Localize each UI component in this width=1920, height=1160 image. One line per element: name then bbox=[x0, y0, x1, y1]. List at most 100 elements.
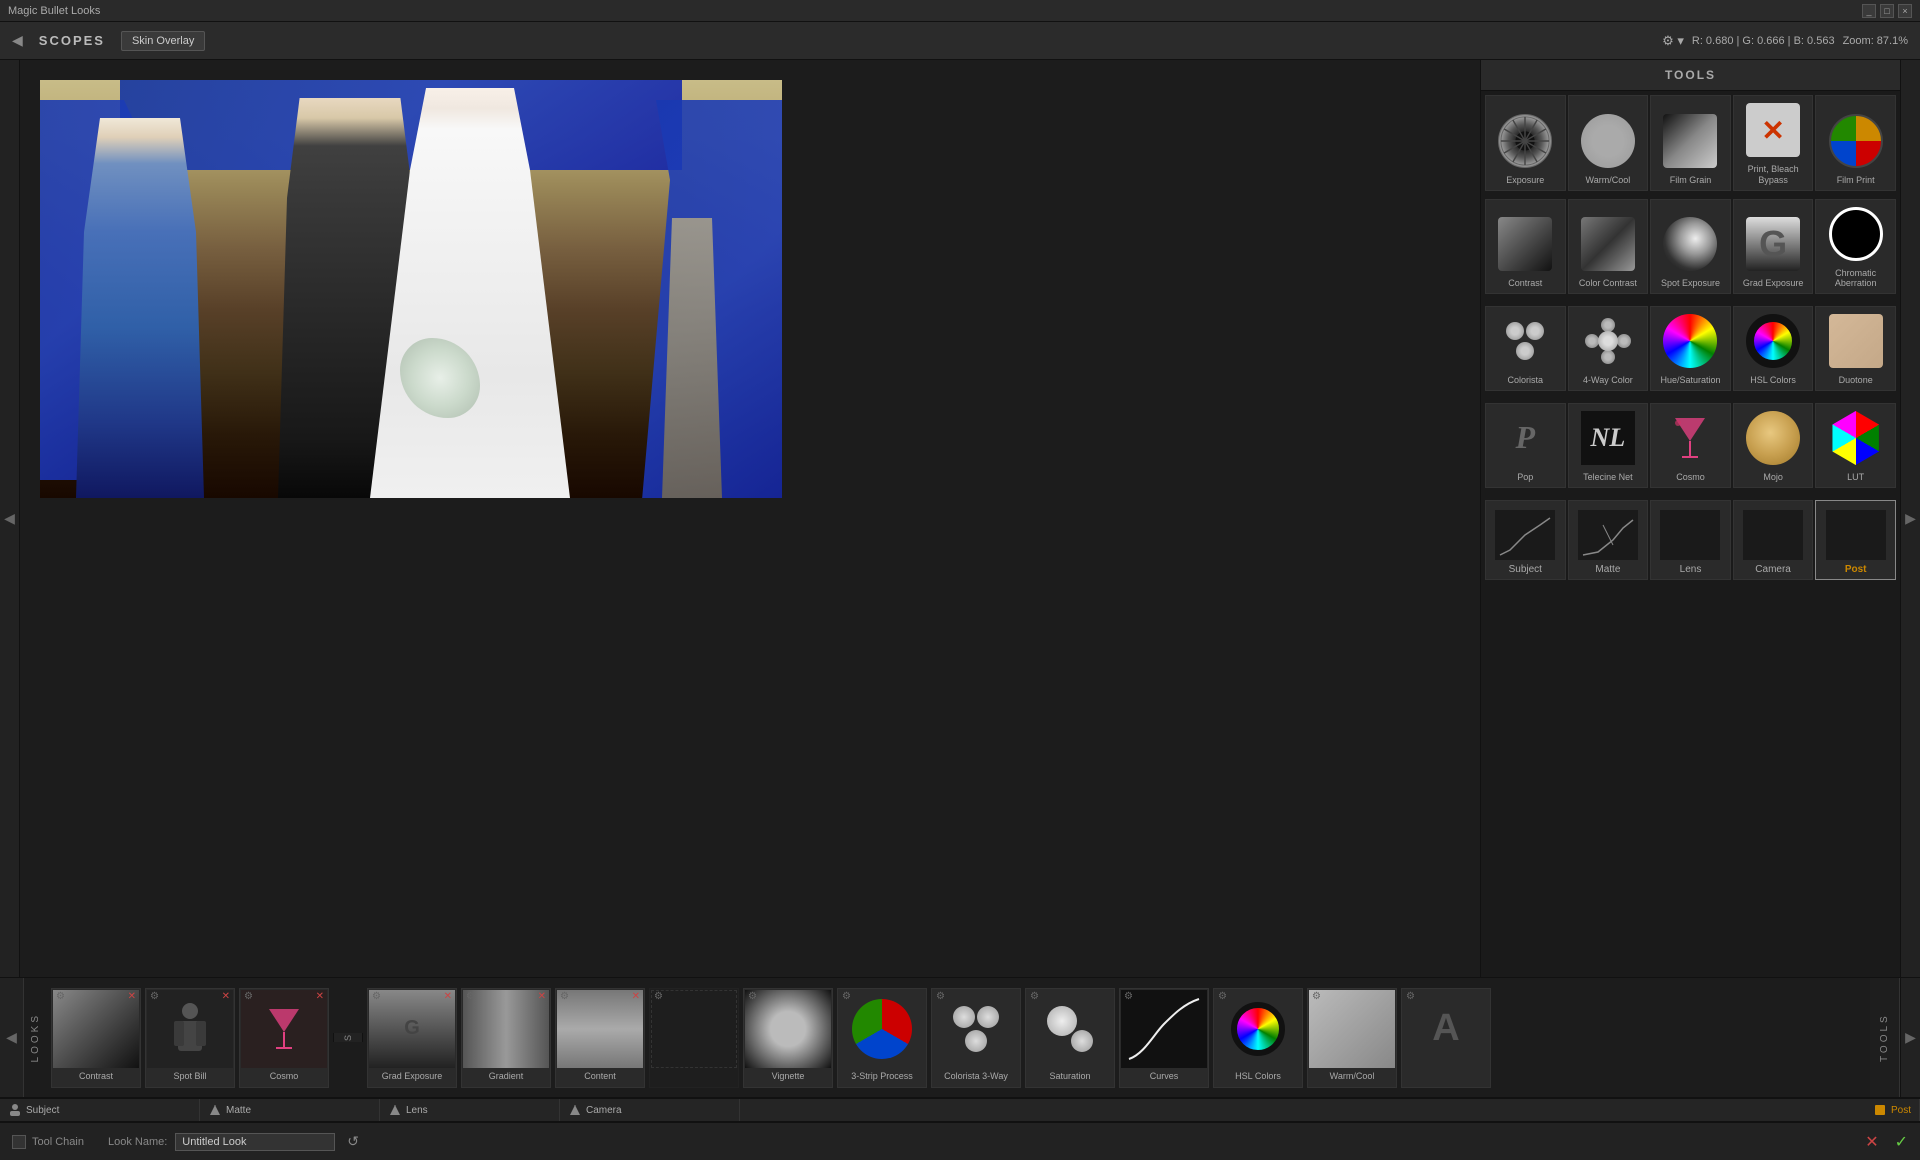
look-close-gradient[interactable]: ✕ bbox=[538, 991, 546, 1002]
reset-button[interactable]: ↺ bbox=[343, 1133, 363, 1150]
colorcontrast-label: Color Contrast bbox=[1579, 278, 1637, 289]
look-item-warmcool[interactable]: ⚙ Warm/Cool bbox=[1307, 988, 1397, 1088]
look-item-spotbill[interactable]: ⚙ ✕ Spot Bill bbox=[145, 988, 235, 1088]
tool-huesaturation[interactable]: Hue/Saturation bbox=[1650, 306, 1731, 391]
tool-filmprint[interactable]: Film Print bbox=[1815, 95, 1896, 191]
tool-4waycolor[interactable]: 4-Way Color bbox=[1568, 306, 1649, 391]
track-post-label: Post bbox=[1891, 1105, 1911, 1116]
maximize-button[interactable]: □ bbox=[1880, 4, 1894, 18]
skin-overlay-button[interactable]: Skin Overlay bbox=[121, 31, 205, 51]
tool-warmcool[interactable]: Warm/Cool bbox=[1568, 95, 1649, 191]
colorista-icon bbox=[1495, 311, 1555, 371]
tools-grid-row1: Exposure Warm/Cool Film Grain bbox=[1481, 91, 1900, 195]
category-lens-label: Lens bbox=[1680, 560, 1702, 575]
look-close-spotbill[interactable]: ✕ bbox=[222, 991, 230, 1002]
look-item-hslcolors[interactable]: ⚙ HSL Colors bbox=[1213, 988, 1303, 1088]
tool-spotexposure[interactable]: Spot Exposure bbox=[1650, 199, 1731, 295]
settings-gear-button[interactable]: ⚙ ▾ bbox=[1662, 33, 1684, 49]
tool-exposure[interactable]: Exposure bbox=[1485, 95, 1566, 191]
look-item-contrast[interactable]: ⚙ ✕ Contrast bbox=[51, 988, 141, 1088]
look-item-vignette[interactable]: ⚙ Vignette bbox=[743, 988, 833, 1088]
look-close-content[interactable]: ✕ bbox=[632, 991, 640, 1002]
tool-colorcontrast[interactable]: Color Contrast bbox=[1568, 199, 1649, 295]
filmgrain-label: Film Grain bbox=[1670, 175, 1712, 186]
right-panel-toggle[interactable]: ▶ bbox=[1900, 60, 1920, 977]
minimize-button[interactable]: _ bbox=[1862, 4, 1876, 18]
tool-filmgrain[interactable]: Film Grain bbox=[1650, 95, 1731, 191]
tool-gradexposure[interactable]: G Grad Exposure bbox=[1733, 199, 1814, 295]
look-item-curves[interactable]: ⚙ Curves bbox=[1119, 988, 1209, 1088]
look-thumb-warmcool bbox=[1308, 989, 1396, 1069]
look-item-gradexp[interactable]: ⚙ ✕ G Grad Exposure bbox=[367, 988, 457, 1088]
look-thumb-hslcolors bbox=[1214, 989, 1302, 1069]
tool-colorista[interactable]: Colorista bbox=[1485, 306, 1566, 391]
look-label-vignette: Vignette bbox=[770, 1069, 807, 1083]
tool-duotone[interactable]: Duotone bbox=[1815, 306, 1896, 391]
look-item-cosmo[interactable]: ⚙ ✕ Cosmo bbox=[239, 988, 329, 1088]
tools-grid-row2: Contrast Color Contrast Spot Exposure bbox=[1481, 195, 1900, 299]
close-button[interactable]: × bbox=[1898, 4, 1912, 18]
tool-cosmo[interactable]: Cosmo bbox=[1650, 403, 1731, 488]
category-subject[interactable]: Subject bbox=[1485, 500, 1566, 580]
look-item-gradient[interactable]: ⚙ ✕ Gradient bbox=[461, 988, 551, 1088]
tool-mojo[interactable]: Mojo bbox=[1733, 403, 1814, 488]
tool-telecinenet[interactable]: NL Telecine Net bbox=[1568, 403, 1649, 488]
4waycolor-label: 4-Way Color bbox=[1583, 375, 1633, 386]
toolchain-label: Tool Chain bbox=[32, 1136, 84, 1148]
look-thumb-saturation bbox=[1026, 989, 1114, 1069]
4waycolor-icon bbox=[1578, 311, 1638, 371]
track-matte-label: Matte bbox=[226, 1105, 251, 1116]
looks-toggle-button[interactable]: ◀ bbox=[0, 978, 24, 1097]
look-item-saturation[interactable]: ⚙ Saturation bbox=[1025, 988, 1115, 1088]
category-camera-label: Camera bbox=[1755, 560, 1791, 575]
lut-label: LUT bbox=[1847, 472, 1864, 483]
left-panel-toggle[interactable]: ◀ bbox=[0, 60, 20, 977]
duotone-icon bbox=[1826, 311, 1886, 371]
lookname-static-label: Look Name: bbox=[108, 1136, 167, 1148]
tool-pop[interactable]: P Pop bbox=[1485, 403, 1566, 488]
category-post[interactable]: Post bbox=[1815, 500, 1896, 580]
look-label-contrast: Contrast bbox=[77, 1069, 115, 1083]
scopes-toggle-arrow[interactable]: ◀ bbox=[12, 32, 23, 49]
lookname-input[interactable] bbox=[175, 1133, 335, 1151]
look-label-colorista3way: Colorista 3-Way bbox=[942, 1069, 1010, 1083]
look-item-content[interactable]: ⚙ ✕ Content bbox=[555, 988, 645, 1088]
look-item-colorista3way[interactable]: ⚙ Colorista 3-Way bbox=[931, 988, 1021, 1088]
look-settings-icon: ⚙ bbox=[372, 991, 381, 1002]
category-matte[interactable]: Matte bbox=[1568, 500, 1649, 580]
look-thumb-a: A bbox=[1402, 989, 1490, 1069]
telecinenet-label: Telecine Net bbox=[1583, 472, 1633, 483]
look-close-cosmo[interactable]: ✕ bbox=[316, 991, 324, 1002]
zoom-level: Zoom: 87.1% bbox=[1843, 35, 1908, 47]
confirm-button[interactable]: ✓ bbox=[1895, 1132, 1908, 1152]
look-label-content: Content bbox=[582, 1069, 618, 1083]
look-thumb-colorista3way bbox=[932, 989, 1020, 1069]
look-item-a[interactable]: ⚙ A bbox=[1401, 988, 1491, 1088]
toolchain-checkbox[interactable] bbox=[12, 1135, 26, 1149]
look-settings-icon: ⚙ bbox=[1406, 991, 1415, 1002]
look-close-contrast[interactable]: ✕ bbox=[128, 991, 136, 1002]
window-controls[interactable]: _ □ × bbox=[1862, 4, 1912, 18]
look-label-warmcool: Warm/Cool bbox=[1328, 1069, 1377, 1083]
preview-image bbox=[40, 80, 782, 498]
rgb-values: R: 0.680 | G: 0.666 | B: 0.563 bbox=[1692, 35, 1835, 47]
tool-printbleach[interactable]: ✕ Print, Bleach Bypass bbox=[1733, 95, 1814, 191]
look-settings-icon: ⚙ bbox=[1312, 991, 1321, 1002]
category-camera[interactable]: Camera bbox=[1733, 500, 1814, 580]
bottom-section: ◀ LOOKS ⚙ ✕ Contrast ⚙ ✕ bbox=[0, 977, 1920, 1160]
cancel-button[interactable]: ✕ bbox=[1865, 1132, 1878, 1152]
right-bottom-toggle[interactable]: ▶ bbox=[1900, 978, 1920, 1097]
tool-hslcolors[interactable]: HSL Colors bbox=[1733, 306, 1814, 391]
tools-header: TOOLS bbox=[1481, 60, 1900, 91]
tool-contrast[interactable]: Contrast bbox=[1485, 199, 1566, 295]
tools-scroll[interactable]: Exposure Warm/Cool Film Grain bbox=[1481, 91, 1900, 977]
tool-lut[interactable]: LUT bbox=[1815, 403, 1896, 488]
tool-chromatic[interactable]: Chromatic Aberration bbox=[1815, 199, 1896, 295]
huesaturation-label: Hue/Saturation bbox=[1660, 375, 1720, 386]
category-lens[interactable]: Lens bbox=[1650, 500, 1731, 580]
look-item-3strip[interactable]: ⚙ 3-Strip Process bbox=[837, 988, 927, 1088]
colorista-label: Colorista bbox=[1508, 375, 1544, 386]
look-close-gradexp[interactable]: ✕ bbox=[444, 991, 452, 1002]
look-label-saturation: Saturation bbox=[1047, 1069, 1092, 1083]
color-info: ⚙ ▾ R: 0.680 | G: 0.666 | B: 0.563 Zoom:… bbox=[1662, 33, 1908, 49]
